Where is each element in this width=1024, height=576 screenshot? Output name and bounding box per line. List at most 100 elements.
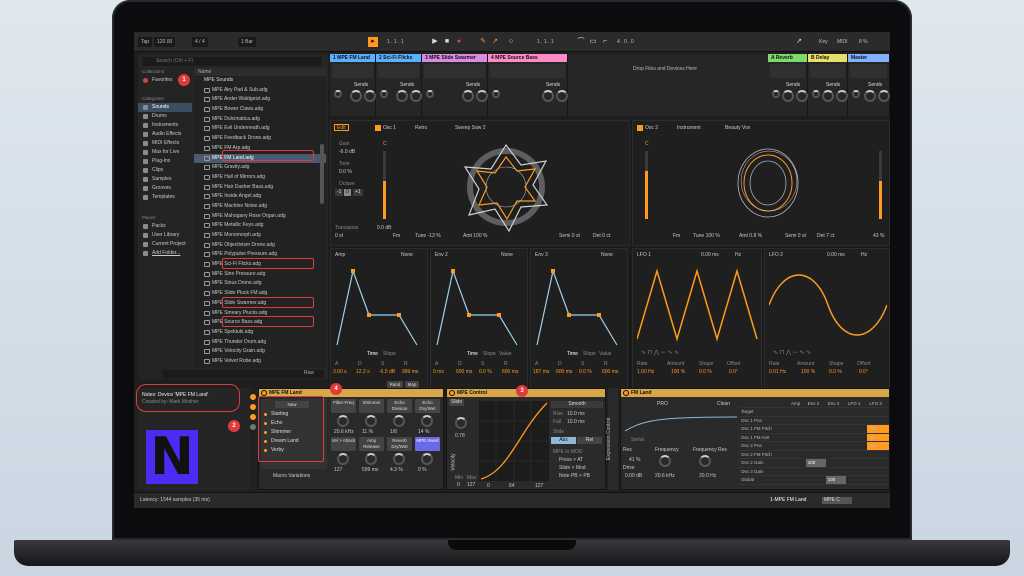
file-row[interactable]: MPE Ander Waldgeist.adg [194,95,326,105]
draw-mode-icon[interactable]: ✎ [478,37,488,47]
edit-button[interactable]: Edit [334,124,349,131]
filter-type-pro[interactable]: PRO [657,401,668,407]
lfo1-offset[interactable]: 0.0° [729,369,738,375]
osc2-det[interactable]: Det 7 ct [817,233,834,239]
chain-toggle-icon[interactable] [250,424,256,430]
file-row[interactable]: MPE Evil Underneath.adg [194,124,326,134]
send-b-knob[interactable] [476,90,488,102]
matrix-cell[interactable] [805,467,826,476]
matrix-cell[interactable] [845,450,868,459]
file-row[interactable]: MPE Hair Dasher Bass.adg [194,183,326,193]
frequency-value[interactable]: 20.6 kHz [655,473,675,479]
sidebar-item-packs[interactable]: Packs [138,222,192,231]
song-position[interactable]: 1 . 1 . 1 [384,37,424,47]
env-param-value[interactable]: 999 ms [402,369,418,375]
env-param-value[interactable]: -6.5 dB [379,369,395,375]
macro-knob[interactable] [365,453,377,465]
lfo2-shape-selector[interactable]: ∿ ⊓ ⋀ ∼ ∿ ∿ [773,349,811,356]
matrix-cell[interactable] [789,416,806,425]
env-param-value[interactable]: 600 ms [502,369,518,375]
track-header[interactable]: B Delay [808,54,847,62]
macro-toggle-icon[interactable] [250,404,256,410]
osc2-toggle[interactable] [637,125,643,131]
pan-knob[interactable] [772,90,780,98]
file-row[interactable]: MPE Monomorph.adg [194,231,326,241]
matrix-cell[interactable] [789,407,806,417]
mapping-icon[interactable]: ↗ [794,37,804,47]
osc1-level-value[interactable]: 0.0 dB [377,225,391,231]
browser-scrollbar[interactable] [320,144,324,204]
matrix-cell[interactable] [825,458,846,468]
punch-in-icon[interactable]: ⌒ [576,37,586,47]
rel-toggle[interactable]: Rel [577,437,602,444]
send-a-knob[interactable] [782,90,794,102]
file-row[interactable]: MPE Dulcimatica.adg [194,115,326,125]
osc2-amt[interactable]: Amt 0.8 % [739,233,762,239]
matrix-cell[interactable] [805,475,826,485]
lfo1-amount[interactable]: 100 % [671,369,685,375]
slide-mod-option[interactable]: Slide > Mod [559,465,586,471]
env-tab-time[interactable]: Time [467,351,478,357]
gain-value[interactable]: -6.0 dB [339,149,355,155]
drop-zone[interactable]: Drop Files and Devices Here [590,64,740,74]
env-param-value[interactable]: 3.00 s [333,369,347,375]
matrix-cell[interactable] [805,407,826,417]
loop-icon[interactable]: ○ [506,37,516,47]
send-a-knob[interactable] [864,90,876,102]
matrix-cell[interactable] [789,424,806,434]
osc2-tune[interactable]: Tune 100 % [693,233,720,239]
lfo1-unit[interactable]: Hz [735,252,741,258]
matrix-cell[interactable] [867,407,889,417]
matrix-cell[interactable] [789,433,806,442]
env-tab-slope[interactable]: Slope [583,351,596,357]
env-tab-time[interactable]: Time [367,351,378,357]
macro-label-button[interactable]: Echo Division [387,399,412,413]
env-tab-slope[interactable]: Slope [383,351,396,357]
send-b-knob[interactable] [878,90,890,102]
sidebar-item-midi-effects[interactable]: MIDI Effects [138,139,192,148]
variations-toggle-icon[interactable] [250,414,256,420]
osc2-semi[interactable]: Semi 0 st [785,233,806,239]
matrix-cell[interactable] [825,424,846,434]
send-a-knob[interactable] [396,90,408,102]
lfo2-shape[interactable]: 0.0 % [829,369,842,375]
matrix-cell[interactable] [805,441,826,451]
env-tab-value[interactable]: Value [599,351,611,357]
punch-out-icon[interactable]: ⌐ [600,37,610,47]
send-b-knob[interactable] [410,90,422,102]
lfo2-rate[interactable]: 0.01 Hz [769,369,786,375]
frequency-res-knob[interactable] [699,455,711,467]
env-target-menu[interactable]: None [401,252,413,258]
macro-knob[interactable] [393,453,405,465]
macro-label-button[interactable]: Shimmer [359,399,384,413]
send-b-knob[interactable] [836,90,848,102]
clip-slot[interactable] [810,64,845,78]
matrix-cell[interactable] [845,441,868,451]
matrix-cell[interactable]: 25 [867,433,889,442]
rise-value[interactable]: 10.0 ms [567,411,585,417]
matrix-cell[interactable] [789,441,806,451]
send-b-knob[interactable] [364,90,376,102]
envelope-display[interactable] [335,265,425,347]
osc1-fm-menu[interactable]: Fm [393,233,400,239]
clip-slot[interactable] [490,64,565,78]
track-header[interactable]: Master [848,54,889,62]
pan-knob[interactable] [812,90,820,98]
env-tab-value[interactable]: Value [499,351,511,357]
matrix-cell[interactable] [789,450,806,459]
lfo2-amount[interactable]: 100 % [801,369,815,375]
press-at-option[interactable]: Press > AT [559,457,583,463]
matrix-cell[interactable] [805,450,826,459]
osc1-semi[interactable]: Semi 0 st [559,233,580,239]
sidebar-item-templates[interactable]: Templates [138,193,192,202]
name-column-header[interactable]: Name [194,68,326,76]
matrix-cell[interactable] [825,467,846,476]
osc2-level-value[interactable]: 43 % [873,233,884,239]
macro-knob[interactable] [421,453,433,465]
lfo2-time[interactable]: 0.00 ms [827,252,845,258]
time-signature-field[interactable]: 4 / 4 [192,37,208,47]
matrix-cell[interactable]: 100 [867,424,889,434]
osc1-wave-menu[interactable]: Sweep Saw 2 [455,125,486,131]
osc2-mode-menu[interactable]: Instrument [677,125,701,131]
folder-mpe-sounds[interactable]: MPE Sounds [194,76,326,86]
